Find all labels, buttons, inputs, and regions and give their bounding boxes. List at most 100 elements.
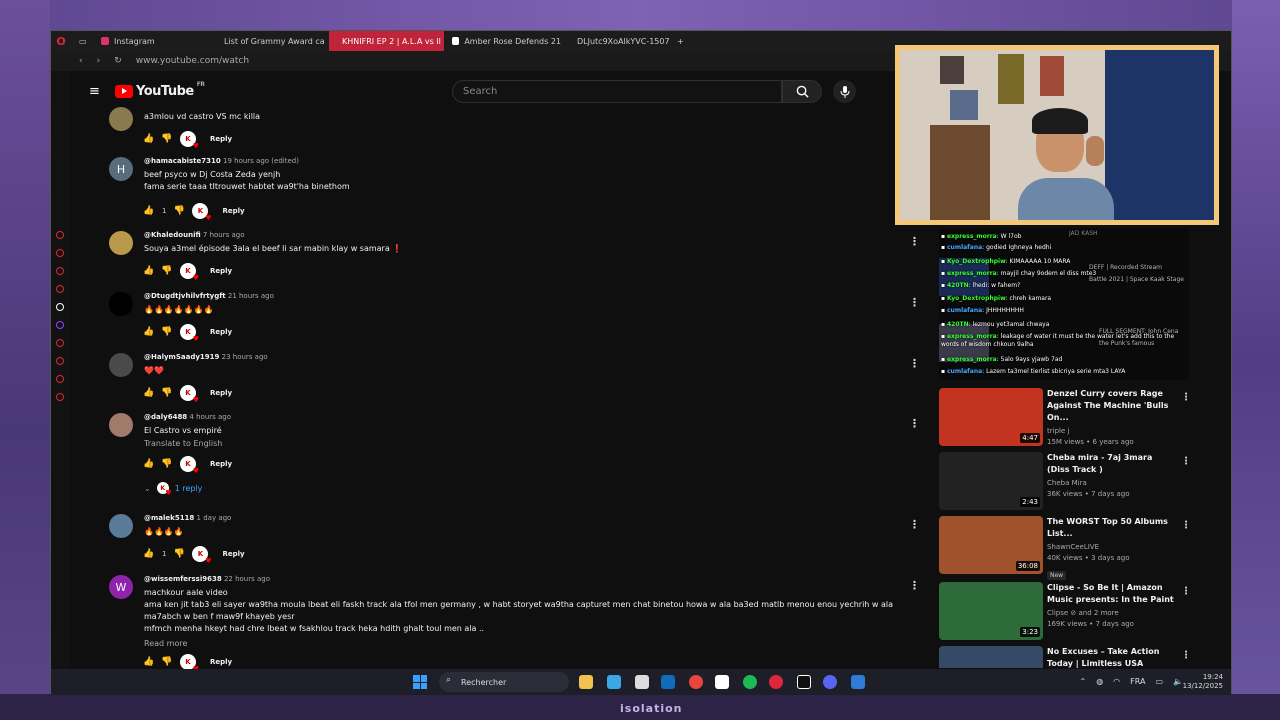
rec-video[interactable]: 2:43 Cheba mira - 7aj 3mara (Diss Track … xyxy=(939,452,1191,510)
rec-thumbnail[interactable]: 2:43 xyxy=(939,452,1043,510)
tab-image[interactable]: DLJutc9XoAlkYVC-1507 xyxy=(569,31,669,51)
notion-icon[interactable] xyxy=(715,675,729,689)
comment-time[interactable]: 19 hours ago (edited) xyxy=(223,157,299,165)
more-options-icon[interactable]: ⋮ xyxy=(1181,456,1191,467)
comment-author[interactable]: @wissemferssi9638 xyxy=(144,575,222,583)
reply-button[interactable]: Reply xyxy=(210,267,232,275)
avatar[interactable]: W xyxy=(109,575,133,599)
avatar[interactable]: H xyxy=(109,157,133,181)
like-icon[interactable]: 👍 xyxy=(143,266,154,276)
comment-time[interactable]: 22 hours ago xyxy=(224,575,270,583)
rec-thumbnail[interactable]: 36:08 xyxy=(939,516,1043,574)
wifi-icon[interactable]: ◠ xyxy=(1113,677,1120,686)
sidebar-icon-5[interactable] xyxy=(56,303,64,311)
dislike-icon[interactable]: 👎 xyxy=(161,657,172,667)
search-input[interactable]: Search xyxy=(452,80,782,103)
reply-button[interactable]: Reply xyxy=(222,207,244,215)
sidebar-icon-9[interactable] xyxy=(56,375,64,383)
taskbar-search[interactable]: ⌕ Rechercher xyxy=(439,672,569,692)
spotify-icon[interactable] xyxy=(743,675,757,689)
like-icon[interactable]: 👍 xyxy=(143,388,154,398)
tab-grammy[interactable]: List of Grammy Award ca xyxy=(211,31,329,51)
dislike-icon[interactable]: 👎 xyxy=(161,459,172,469)
twitch-icon[interactable] xyxy=(56,321,64,329)
youtube-logo[interactable]: YouTube FR xyxy=(115,81,205,99)
dislike-icon[interactable]: 👎 xyxy=(174,549,185,559)
dislike-icon[interactable]: 👎 xyxy=(174,206,185,216)
sidebar-icon-4[interactable] xyxy=(56,285,64,293)
rec-channel[interactable]: Clipse ⊘ and 2 more xyxy=(1047,609,1175,617)
dislike-icon[interactable]: 👎 xyxy=(161,266,172,276)
more-options-icon[interactable]: ⋮ xyxy=(1181,586,1191,597)
rec-title[interactable]: Cheba mira - 7aj 3mara (Diss Track ) xyxy=(1047,452,1175,476)
outlook-icon[interactable] xyxy=(661,675,675,689)
avatar[interactable] xyxy=(109,292,133,316)
windows-start-icon[interactable] xyxy=(413,675,427,689)
view-replies-button[interactable]: ⌄ K 1 reply xyxy=(144,482,924,497)
back-icon[interactable]: ‹ xyxy=(79,56,83,66)
reply-button[interactable]: Reply xyxy=(210,389,232,397)
sidebar-icon-2[interactable] xyxy=(56,249,64,257)
reply-button[interactable]: Reply xyxy=(210,328,232,336)
rec-video[interactable]: 3:23 Clipse - So Be It | Amazon Music pr… xyxy=(939,582,1191,640)
avatar[interactable] xyxy=(109,107,133,131)
rec-channel[interactable]: triple j xyxy=(1047,427,1175,435)
search-button[interactable] xyxy=(782,80,822,103)
reload-icon[interactable]: ↻ xyxy=(114,56,122,66)
comment-author[interactable]: @daly6488 xyxy=(144,413,187,421)
capcut-icon[interactable] xyxy=(797,675,811,689)
rec-video[interactable]: 36:08 The WORST Top 50 Albums List... Sh… xyxy=(939,516,1191,580)
rec-thumbnail[interactable]: 3:23 xyxy=(939,582,1043,640)
discord-icon[interactable] xyxy=(823,675,837,689)
more-options-icon[interactable]: ⋮ xyxy=(909,235,920,248)
comment-time[interactable]: 23 hours ago xyxy=(222,353,268,361)
comment-author[interactable]: @Dtugdtjvhilvfrtygft xyxy=(144,292,226,300)
more-options-icon[interactable]: ⋮ xyxy=(1181,520,1191,531)
like-icon[interactable]: 👍 xyxy=(143,206,154,216)
rec-title[interactable]: The WORST Top 50 Albums List... xyxy=(1047,516,1175,540)
like-icon[interactable]: 👍 xyxy=(143,657,154,667)
new-tab-button[interactable]: + xyxy=(669,31,689,51)
rec-title[interactable]: Denzel Curry covers Rage Against The Mac… xyxy=(1047,388,1175,424)
reply-button[interactable]: Reply xyxy=(210,658,232,666)
comment-author[interactable]: @hamacabiste7310 xyxy=(144,157,221,165)
more-options-icon[interactable]: ⋮ xyxy=(1181,392,1191,403)
avatar[interactable] xyxy=(109,353,133,377)
chrome-icon[interactable] xyxy=(689,675,703,689)
comment-author[interactable]: @malek5118 xyxy=(144,514,194,522)
reply-button[interactable]: Reply xyxy=(222,550,244,558)
tab-icon[interactable]: ▭ xyxy=(71,31,93,51)
store-icon[interactable] xyxy=(635,675,649,689)
tab-instagram[interactable]: Instagram xyxy=(93,31,211,51)
display-icon[interactable]: ▭ xyxy=(1155,677,1163,686)
volume-icon[interactable]: 🔈 xyxy=(1173,677,1183,686)
rec-channel[interactable]: Cheba Mira xyxy=(1047,479,1175,487)
calculator-icon[interactable] xyxy=(851,675,865,689)
comment-time[interactable]: 4 hours ago xyxy=(189,413,231,421)
copilot-icon[interactable] xyxy=(607,675,621,689)
read-more-link[interactable]: Read more xyxy=(144,639,924,648)
rec-title[interactable]: Clipse - So Be It | Amazon Music present… xyxy=(1047,582,1175,606)
like-icon[interactable]: 👍 xyxy=(143,459,154,469)
rec-video[interactable]: No Excuses – Take Action Today | Limitle… xyxy=(939,646,1189,668)
avatar[interactable] xyxy=(109,413,133,437)
rec-title[interactable]: No Excuses – Take Action Today | Limitle… xyxy=(1047,646,1175,668)
forward-icon[interactable]: › xyxy=(97,56,101,66)
dislike-icon[interactable]: 👎 xyxy=(161,327,172,337)
sidebar-icon-7[interactable] xyxy=(56,339,64,347)
translate-link[interactable]: Translate to English xyxy=(144,439,924,448)
lang-indicator[interactable]: FRA xyxy=(1130,677,1145,686)
avatar[interactable] xyxy=(109,231,133,255)
chevron-up-icon[interactable]: ⌃ xyxy=(1079,677,1086,686)
rec-thumbnail[interactable]: 4:47 xyxy=(939,388,1043,446)
reply-button[interactable]: Reply xyxy=(210,135,232,143)
file-explorer-icon[interactable] xyxy=(579,675,593,689)
more-options-icon[interactable]: ⋮ xyxy=(909,357,920,370)
comment-time[interactable]: 1 day ago xyxy=(197,514,232,522)
reply-button[interactable]: Reply xyxy=(210,460,232,468)
rec-thumbnail[interactable] xyxy=(939,646,1043,668)
dislike-icon[interactable]: 👎 xyxy=(161,388,172,398)
comment-time[interactable]: 7 hours ago xyxy=(203,231,245,239)
sidebar-icon-3[interactable] xyxy=(56,267,64,275)
tab-amber-rose[interactable]: Amber Rose Defends 21 xyxy=(444,31,569,51)
